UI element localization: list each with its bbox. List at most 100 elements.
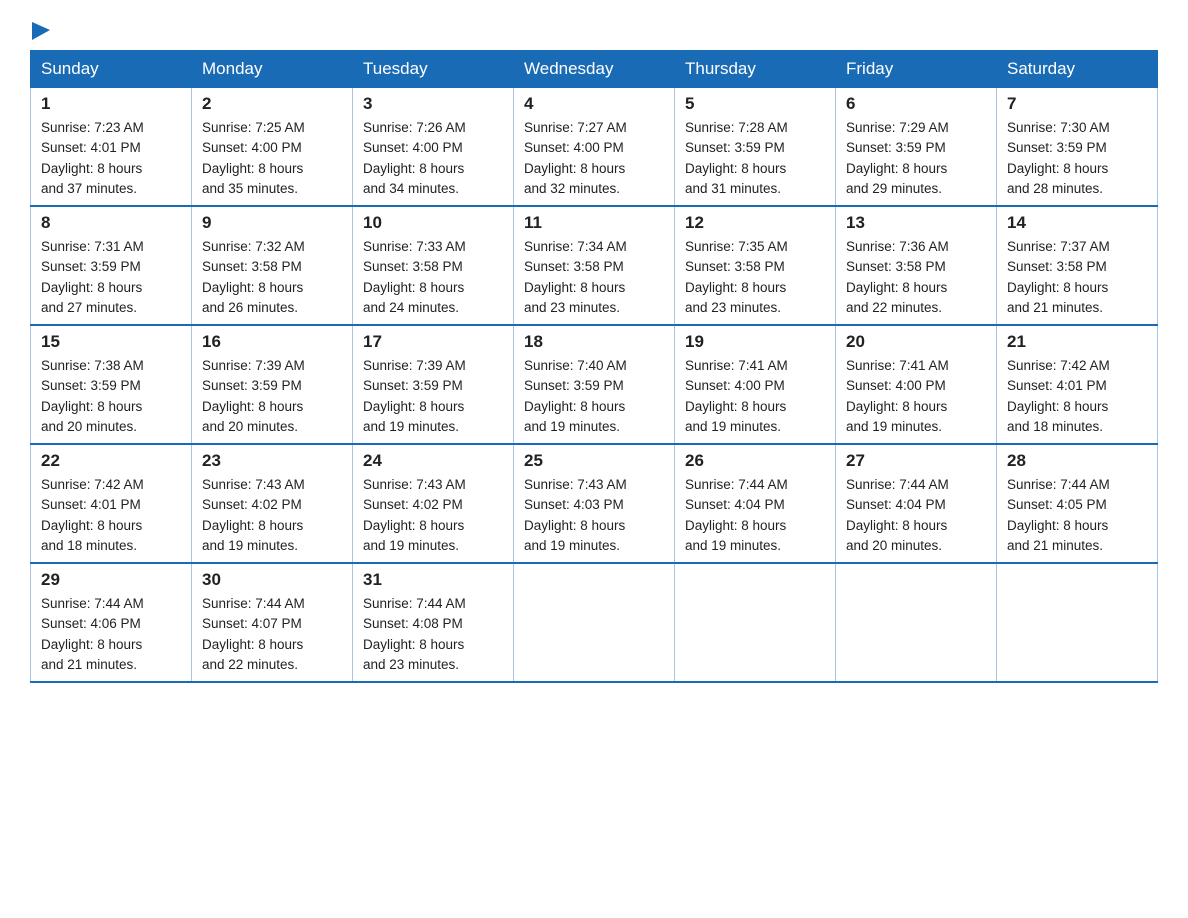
day-number: 30 xyxy=(202,570,342,590)
calendar-cell: 11 Sunrise: 7:34 AM Sunset: 3:58 PM Dayl… xyxy=(514,206,675,325)
day-info: Sunrise: 7:44 AM Sunset: 4:05 PM Dayligh… xyxy=(1007,475,1147,556)
day-info: Sunrise: 7:42 AM Sunset: 4:01 PM Dayligh… xyxy=(1007,356,1147,437)
calendar-cell: 27 Sunrise: 7:44 AM Sunset: 4:04 PM Dayl… xyxy=(836,444,997,563)
calendar-cell xyxy=(514,563,675,682)
calendar-cell: 30 Sunrise: 7:44 AM Sunset: 4:07 PM Dayl… xyxy=(192,563,353,682)
day-number: 18 xyxy=(524,332,664,352)
logo-triangle-icon xyxy=(32,22,54,44)
day-info: Sunrise: 7:41 AM Sunset: 4:00 PM Dayligh… xyxy=(685,356,825,437)
calendar-cell: 21 Sunrise: 7:42 AM Sunset: 4:01 PM Dayl… xyxy=(997,325,1158,444)
calendar-week-row: 22 Sunrise: 7:42 AM Sunset: 4:01 PM Dayl… xyxy=(31,444,1158,563)
day-number: 23 xyxy=(202,451,342,471)
col-header-sunday: Sunday xyxy=(31,51,192,88)
calendar-cell: 24 Sunrise: 7:43 AM Sunset: 4:02 PM Dayl… xyxy=(353,444,514,563)
col-header-monday: Monday xyxy=(192,51,353,88)
day-info: Sunrise: 7:39 AM Sunset: 3:59 PM Dayligh… xyxy=(202,356,342,437)
col-header-wednesday: Wednesday xyxy=(514,51,675,88)
day-info: Sunrise: 7:28 AM Sunset: 3:59 PM Dayligh… xyxy=(685,118,825,199)
day-info: Sunrise: 7:44 AM Sunset: 4:08 PM Dayligh… xyxy=(363,594,503,675)
logo-general-text xyxy=(30,20,54,44)
day-info: Sunrise: 7:37 AM Sunset: 3:58 PM Dayligh… xyxy=(1007,237,1147,318)
day-info: Sunrise: 7:31 AM Sunset: 3:59 PM Dayligh… xyxy=(41,237,181,318)
calendar-cell: 29 Sunrise: 7:44 AM Sunset: 4:06 PM Dayl… xyxy=(31,563,192,682)
calendar-cell: 28 Sunrise: 7:44 AM Sunset: 4:05 PM Dayl… xyxy=(997,444,1158,563)
day-info: Sunrise: 7:44 AM Sunset: 4:04 PM Dayligh… xyxy=(685,475,825,556)
calendar-cell: 26 Sunrise: 7:44 AM Sunset: 4:04 PM Dayl… xyxy=(675,444,836,563)
day-number: 8 xyxy=(41,213,181,233)
day-number: 14 xyxy=(1007,213,1147,233)
day-info: Sunrise: 7:43 AM Sunset: 4:03 PM Dayligh… xyxy=(524,475,664,556)
day-info: Sunrise: 7:39 AM Sunset: 3:59 PM Dayligh… xyxy=(363,356,503,437)
calendar-cell xyxy=(675,563,836,682)
calendar-cell: 16 Sunrise: 7:39 AM Sunset: 3:59 PM Dayl… xyxy=(192,325,353,444)
day-info: Sunrise: 7:44 AM Sunset: 4:07 PM Dayligh… xyxy=(202,594,342,675)
day-number: 1 xyxy=(41,94,181,114)
day-info: Sunrise: 7:43 AM Sunset: 4:02 PM Dayligh… xyxy=(363,475,503,556)
calendar-cell xyxy=(836,563,997,682)
day-info: Sunrise: 7:44 AM Sunset: 4:06 PM Dayligh… xyxy=(41,594,181,675)
day-number: 6 xyxy=(846,94,986,114)
day-info: Sunrise: 7:32 AM Sunset: 3:58 PM Dayligh… xyxy=(202,237,342,318)
day-info: Sunrise: 7:42 AM Sunset: 4:01 PM Dayligh… xyxy=(41,475,181,556)
day-number: 11 xyxy=(524,213,664,233)
calendar-cell: 3 Sunrise: 7:26 AM Sunset: 4:00 PM Dayli… xyxy=(353,88,514,207)
day-number: 4 xyxy=(524,94,664,114)
day-info: Sunrise: 7:35 AM Sunset: 3:58 PM Dayligh… xyxy=(685,237,825,318)
day-number: 16 xyxy=(202,332,342,352)
day-info: Sunrise: 7:38 AM Sunset: 3:59 PM Dayligh… xyxy=(41,356,181,437)
calendar-cell: 23 Sunrise: 7:43 AM Sunset: 4:02 PM Dayl… xyxy=(192,444,353,563)
calendar-week-row: 15 Sunrise: 7:38 AM Sunset: 3:59 PM Dayl… xyxy=(31,325,1158,444)
logo xyxy=(30,20,54,40)
calendar-cell: 13 Sunrise: 7:36 AM Sunset: 3:58 PM Dayl… xyxy=(836,206,997,325)
calendar-cell: 20 Sunrise: 7:41 AM Sunset: 4:00 PM Dayl… xyxy=(836,325,997,444)
day-number: 28 xyxy=(1007,451,1147,471)
calendar-cell xyxy=(997,563,1158,682)
calendar-cell: 10 Sunrise: 7:33 AM Sunset: 3:58 PM Dayl… xyxy=(353,206,514,325)
day-number: 25 xyxy=(524,451,664,471)
calendar-cell: 19 Sunrise: 7:41 AM Sunset: 4:00 PM Dayl… xyxy=(675,325,836,444)
calendar-cell: 17 Sunrise: 7:39 AM Sunset: 3:59 PM Dayl… xyxy=(353,325,514,444)
day-number: 12 xyxy=(685,213,825,233)
calendar-week-row: 29 Sunrise: 7:44 AM Sunset: 4:06 PM Dayl… xyxy=(31,563,1158,682)
calendar-cell: 9 Sunrise: 7:32 AM Sunset: 3:58 PM Dayli… xyxy=(192,206,353,325)
day-number: 3 xyxy=(363,94,503,114)
calendar-cell: 22 Sunrise: 7:42 AM Sunset: 4:01 PM Dayl… xyxy=(31,444,192,563)
day-info: Sunrise: 7:44 AM Sunset: 4:04 PM Dayligh… xyxy=(846,475,986,556)
day-number: 20 xyxy=(846,332,986,352)
day-number: 2 xyxy=(202,94,342,114)
day-number: 19 xyxy=(685,332,825,352)
col-header-tuesday: Tuesday xyxy=(353,51,514,88)
day-info: Sunrise: 7:40 AM Sunset: 3:59 PM Dayligh… xyxy=(524,356,664,437)
calendar-cell: 7 Sunrise: 7:30 AM Sunset: 3:59 PM Dayli… xyxy=(997,88,1158,207)
day-info: Sunrise: 7:26 AM Sunset: 4:00 PM Dayligh… xyxy=(363,118,503,199)
day-info: Sunrise: 7:25 AM Sunset: 4:00 PM Dayligh… xyxy=(202,118,342,199)
day-number: 29 xyxy=(41,570,181,590)
calendar-cell: 18 Sunrise: 7:40 AM Sunset: 3:59 PM Dayl… xyxy=(514,325,675,444)
day-info: Sunrise: 7:36 AM Sunset: 3:58 PM Dayligh… xyxy=(846,237,986,318)
day-info: Sunrise: 7:43 AM Sunset: 4:02 PM Dayligh… xyxy=(202,475,342,556)
day-number: 31 xyxy=(363,570,503,590)
calendar-week-row: 1 Sunrise: 7:23 AM Sunset: 4:01 PM Dayli… xyxy=(31,88,1158,207)
day-info: Sunrise: 7:33 AM Sunset: 3:58 PM Dayligh… xyxy=(363,237,503,318)
day-number: 10 xyxy=(363,213,503,233)
day-number: 27 xyxy=(846,451,986,471)
page-header xyxy=(30,20,1158,40)
calendar-header-row: SundayMondayTuesdayWednesdayThursdayFrid… xyxy=(31,51,1158,88)
day-number: 5 xyxy=(685,94,825,114)
day-number: 13 xyxy=(846,213,986,233)
day-number: 21 xyxy=(1007,332,1147,352)
day-number: 22 xyxy=(41,451,181,471)
col-header-saturday: Saturday xyxy=(997,51,1158,88)
day-info: Sunrise: 7:27 AM Sunset: 4:00 PM Dayligh… xyxy=(524,118,664,199)
calendar-cell: 4 Sunrise: 7:27 AM Sunset: 4:00 PM Dayli… xyxy=(514,88,675,207)
day-number: 17 xyxy=(363,332,503,352)
calendar-cell: 8 Sunrise: 7:31 AM Sunset: 3:59 PM Dayli… xyxy=(31,206,192,325)
col-header-thursday: Thursday xyxy=(675,51,836,88)
calendar-table: SundayMondayTuesdayWednesdayThursdayFrid… xyxy=(30,50,1158,683)
day-info: Sunrise: 7:29 AM Sunset: 3:59 PM Dayligh… xyxy=(846,118,986,199)
calendar-week-row: 8 Sunrise: 7:31 AM Sunset: 3:59 PM Dayli… xyxy=(31,206,1158,325)
day-number: 7 xyxy=(1007,94,1147,114)
calendar-cell: 5 Sunrise: 7:28 AM Sunset: 3:59 PM Dayli… xyxy=(675,88,836,207)
calendar-cell: 31 Sunrise: 7:44 AM Sunset: 4:08 PM Dayl… xyxy=(353,563,514,682)
day-number: 9 xyxy=(202,213,342,233)
